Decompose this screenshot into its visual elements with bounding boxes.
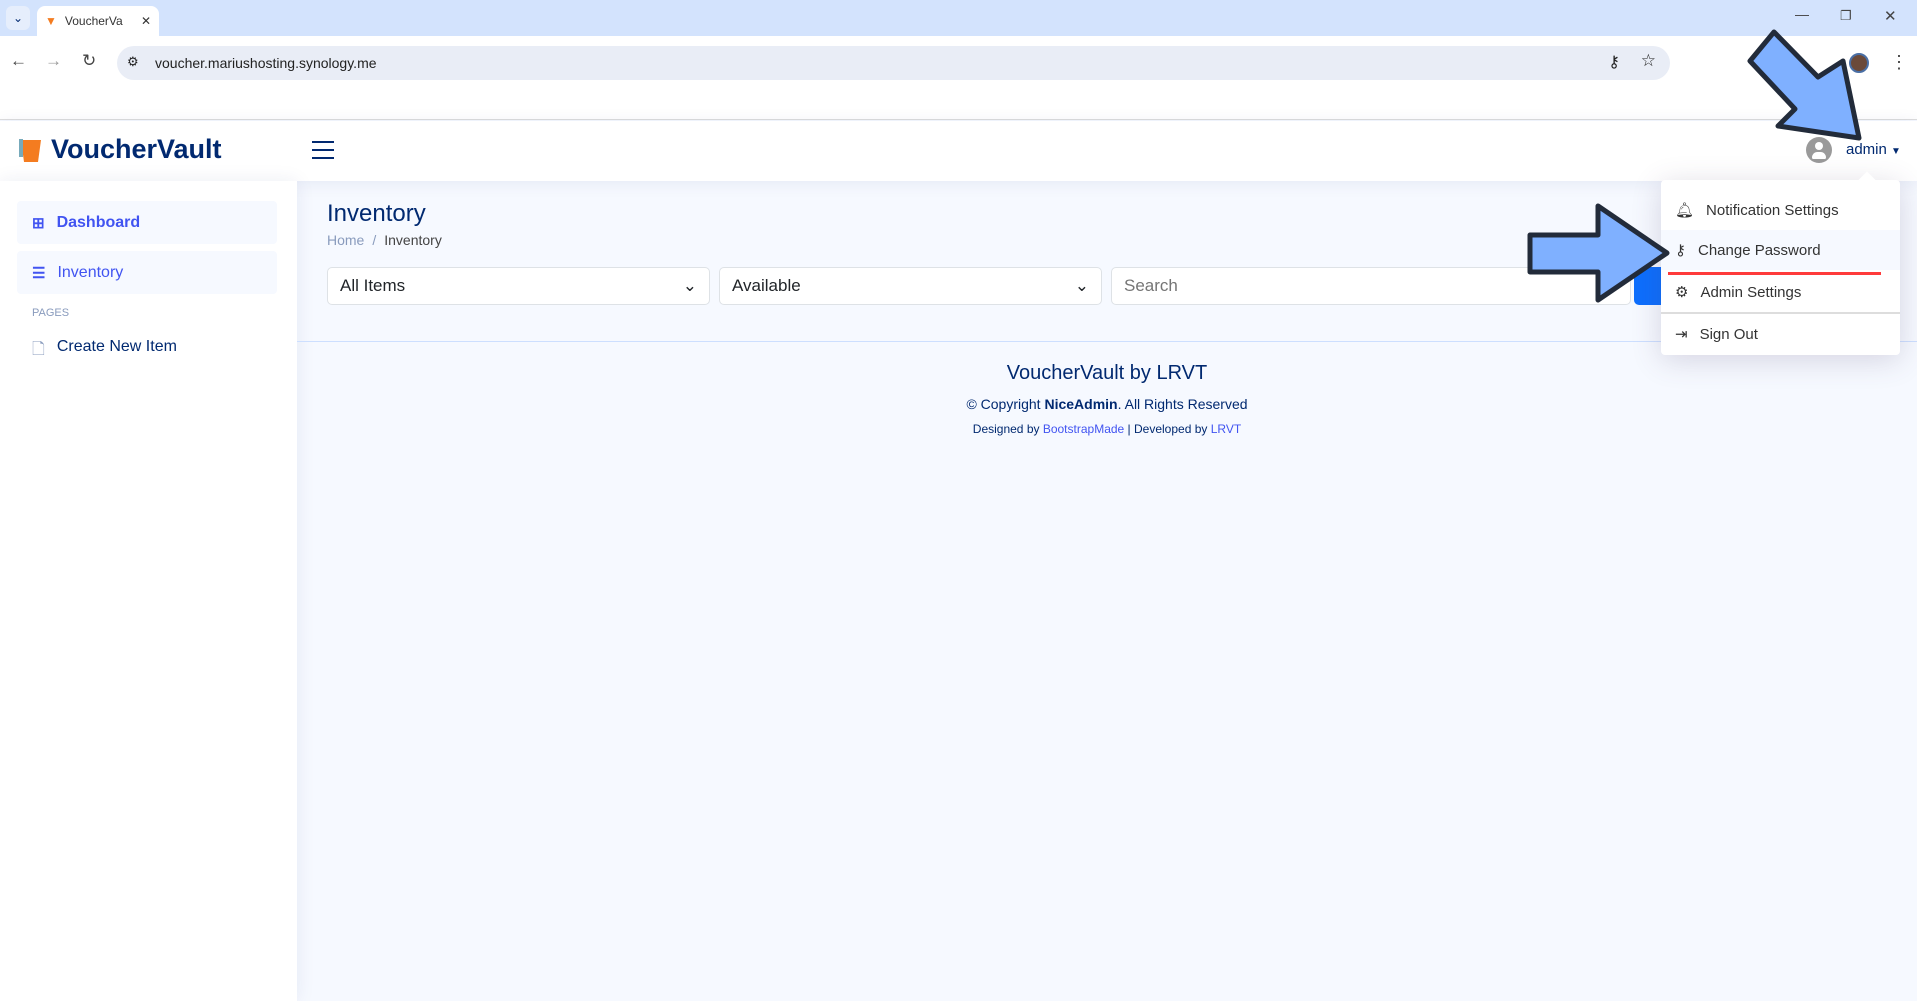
app-header: VoucherVault admin ▼ [0,121,1917,181]
close-tab-icon[interactable]: ✕ [141,14,151,28]
menu-item-notification-settings[interactable]: 🔔︎ Notification Settings [1661,190,1900,230]
menu-item-label: Sign Out [1699,325,1758,343]
credits-text: | Developed by [1124,422,1211,436]
gear-icon: ⚙ [1675,284,1689,301]
back-icon[interactable]: ← [10,51,27,71]
copyright-suffix: . All Rights Reserved [1117,396,1248,412]
footer-title: VoucherVault by LRVT [1006,362,1208,384]
app-logo[interactable]: VoucherVault [17,134,222,165]
tab-title: VoucherVa [64,14,123,28]
sidebar-item-inventory[interactable]: ☰ Inventory [17,251,277,294]
file-icon: 🗋 [32,341,45,358]
caret-down-icon: ▼ [1891,146,1901,157]
close-window-icon[interactable]: ✕ [1884,7,1897,25]
bell-icon: 🔔︎ [1675,202,1695,219]
address-bar[interactable]: ⚙ voucher.mariushosting.synology.me ⚷ ☆ [117,46,1670,80]
select-value: Available [732,276,801,295]
favicon-icon: ▼ [45,14,57,28]
menu-item-sign-out[interactable]: ⇥ Sign Out [1661,314,1900,354]
list-icon: ☰ [32,264,46,282]
sidebar-item-create-new-item[interactable]: 🗋 Create New Item [32,338,177,365]
password-key-icon[interactable]: ⚷ [1608,52,1620,72]
sign-out-icon: ⇥ [1675,326,1688,343]
key-icon: ⚷ [1675,242,1686,259]
username: admin [1846,141,1887,158]
reload-icon[interactable]: ↻ [82,51,96,71]
user-avatar-icon[interactable] [1806,137,1832,163]
sidebar: ⊞ Dashboard ☰ Inventory PAGES 🗋 Create New … [0,181,297,1001]
credits: Designed by BootstrapMade | Developed by… [297,422,1917,436]
hamburger-menu-icon[interactable] [312,141,334,159]
copyright-brand: NiceAdmin [1044,396,1118,412]
user-dropdown-menu: 🔔︎ Notification Settings ⚷ Change Password… [1661,171,1900,355]
sidebar-item-label: Create New Item [56,338,177,355]
sidebar-item-label: Inventory [57,263,124,281]
forward-icon[interactable]: → [45,51,62,71]
breadcrumb-home[interactable]: Home [327,232,364,248]
select-value: All Items [340,276,406,295]
bookmark-star-icon[interactable]: ☆ [1641,51,1656,71]
bootstrapmade-link[interactable]: BootstrapMade [1043,422,1124,436]
item-type-select[interactable]: All Items ⌄ [327,267,710,305]
copyright: © Copyright NiceAdmin. All Rights Reserv… [297,396,1917,412]
tab-list-button[interactable]: ⌄ [6,6,30,30]
user-menu-toggle[interactable]: admin ▼ [1846,141,1901,158]
sidebar-item-label: Dashboard [56,213,141,231]
chevron-down-icon: ⌄ [682,276,697,295]
page-title: Inventory [327,200,426,227]
menu-item-label: Notification Settings [1706,201,1839,219]
breadcrumb-current: Inventory [384,232,442,248]
profile-avatar[interactable] [1849,53,1869,73]
browser-menu-icon[interactable]: ⋮ [1890,52,1908,73]
app-name: VoucherVault [51,134,222,164]
browser-tab-bar: ⌄ ▼ VoucherVa ✕ — ❐ ✕ [0,0,1917,36]
menu-item-label: Admin Settings [1700,283,1802,301]
restore-icon[interactable]: ❐ [1840,8,1852,24]
search-input[interactable] [1111,267,1631,305]
menu-item-admin-settings[interactable]: ⚙ Admin Settings [1661,272,1900,312]
minimize-icon[interactable]: — [1795,6,1809,22]
sidebar-item-dashboard[interactable]: ⊞ Dashboard [17,201,277,244]
credits-text: Designed by [972,422,1043,436]
url-text: voucher.mariushosting.synology.me [155,55,377,71]
chevron-down-icon: ⌄ [1074,276,1089,295]
sidebar-section-heading: PAGES [32,307,70,319]
breadcrumb: Home / Inventory [327,232,442,248]
lrvt-link[interactable]: LRVT [1211,422,1241,436]
site-info-icon[interactable]: ⚙ [127,54,139,70]
status-select[interactable]: Available ⌄ [719,267,1102,305]
logo-icon [19,138,41,162]
copyright-prefix: © Copyright [966,396,1045,412]
browser-tab[interactable]: ▼ VoucherVa ✕ [37,6,159,36]
grid-icon: ⊞ [32,214,45,232]
menu-item-change-password[interactable]: ⚷ Change Password [1661,230,1900,270]
menu-item-label: Change Password [1698,241,1821,259]
